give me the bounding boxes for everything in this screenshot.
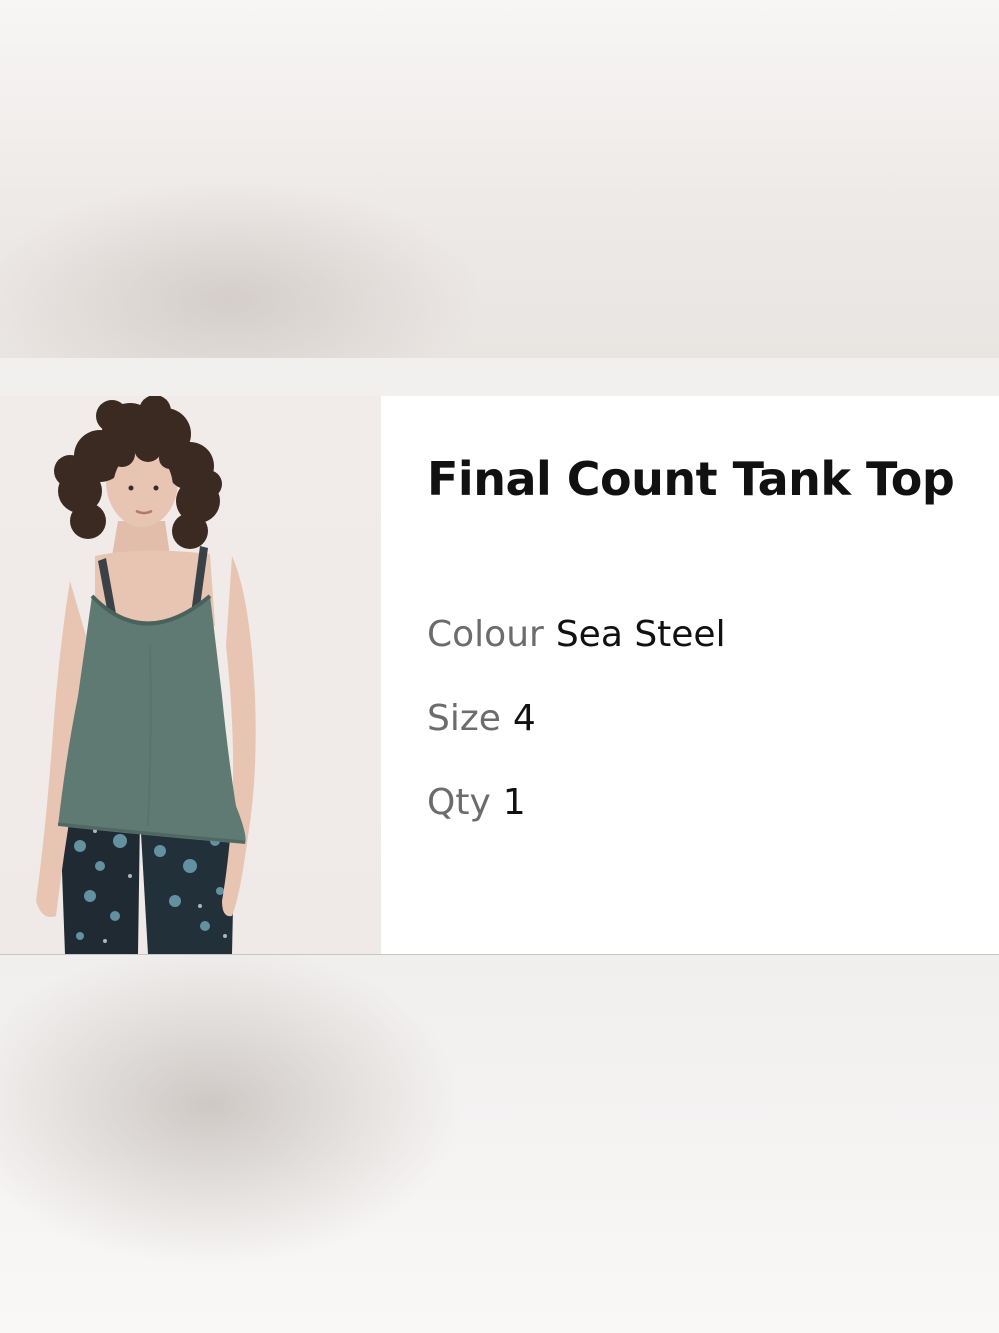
cart-item-card[interactable]: Final Count Tank Top Colour Sea Steel Siz… <box>0 396 999 954</box>
size-label: Size <box>427 698 501 739</box>
qty-label: Qty <box>427 782 491 823</box>
colour-value: Sea Steel <box>555 614 726 655</box>
colour-label: Colour <box>427 614 544 655</box>
blurred-background-bottom <box>0 955 999 1333</box>
background-strip <box>0 358 999 396</box>
size-attribute: Size 4 <box>427 698 536 739</box>
qty-attribute: Qty 1 <box>427 782 526 823</box>
product-image[interactable] <box>0 396 381 954</box>
blurred-background-top <box>0 0 999 358</box>
model-illustration <box>36 396 256 954</box>
product-info: Final Count Tank Top Colour Sea Steel Siz… <box>427 396 992 954</box>
product-title[interactable]: Final Count Tank Top <box>427 452 955 506</box>
qty-value: 1 <box>502 782 526 823</box>
colour-attribute: Colour Sea Steel <box>427 614 726 655</box>
size-value: 4 <box>512 698 536 739</box>
